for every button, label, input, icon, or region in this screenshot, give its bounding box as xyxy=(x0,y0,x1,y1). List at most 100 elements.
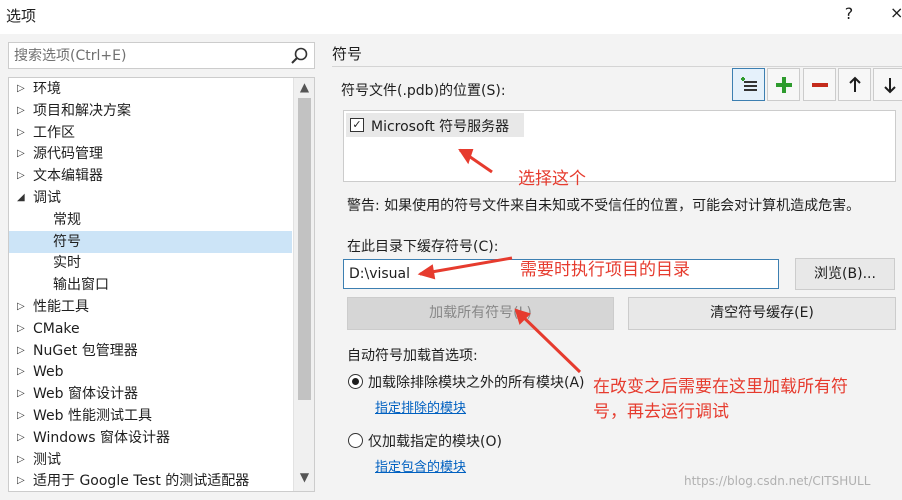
tree-item-label: 源代码管理 xyxy=(33,146,103,163)
tree-item-label: 文本编辑器 xyxy=(33,168,103,185)
scroll-up-button[interactable]: ▲ xyxy=(294,80,314,96)
annotation-dir-note: 需要时执行项目的目录 xyxy=(520,260,690,280)
autoload-label: 自动符号加载首选项: xyxy=(347,348,478,364)
arrow-up-icon xyxy=(849,76,861,92)
browse-button[interactable]: 浏览(B)... xyxy=(795,258,895,290)
section-divider xyxy=(332,66,902,67)
caret-collapsed-icon[interactable]: ▷ xyxy=(17,78,25,100)
search-icon[interactable] xyxy=(290,46,310,66)
tree-item[interactable]: ▷ NuGet 包管理器 xyxy=(9,340,292,362)
caret-collapsed-icon[interactable]: ▷ xyxy=(17,296,25,318)
annotation-load-note-line1: 在改变之后需要在这里加载所有符 xyxy=(593,377,848,397)
tree-item-label: 调试 xyxy=(33,190,61,206)
symbol-locations-list: ✓ Microsoft 符号服务器 xyxy=(343,110,896,182)
caret-collapsed-icon[interactable]: ▷ xyxy=(17,383,25,405)
tree-item-label: NuGet 包管理器 xyxy=(33,342,138,359)
caret-collapsed-icon[interactable]: ▷ xyxy=(17,470,25,491)
radio-selected-dot xyxy=(352,378,359,385)
tree-item-label: 实时 xyxy=(53,255,81,272)
annotation-load-note-line2: 号，再去运行调试 xyxy=(593,402,729,422)
radio-load-specified[interactable] xyxy=(348,433,363,448)
tree-item[interactable]: ▷ 测试 xyxy=(9,449,292,471)
caret-collapsed-icon[interactable]: ▷ xyxy=(17,405,25,427)
caret-collapsed-icon[interactable]: ▷ xyxy=(17,318,25,340)
tree-item[interactable]: ▷ Web 性能测试工具 xyxy=(9,405,292,427)
tree-item[interactable]: ▷ 文本编辑器 xyxy=(9,165,292,187)
warning-text: 警告: 如果使用的符号文件来自未知或不受信任的位置，可能会对计算机造成危害。 xyxy=(347,198,861,214)
section-title: 符号 xyxy=(332,45,363,63)
tree-item[interactable]: ▷ 环境 xyxy=(9,78,292,100)
radio-load-all-label[interactable]: 加载除排除模块之外的所有模块(A) xyxy=(368,372,585,392)
tree-item[interactable]: 实时 xyxy=(9,252,292,274)
scroll-thumb[interactable] xyxy=(298,98,311,400)
tree-item-label: 输出窗口 xyxy=(53,277,109,294)
caret-collapsed-icon[interactable]: ▷ xyxy=(17,449,25,471)
symbol-locations-label: 符号文件(.pdb)的位置(S): xyxy=(341,83,506,99)
tree-item-label: Windows 窗体设计器 xyxy=(33,429,170,446)
window-title: 选项 xyxy=(6,7,37,25)
import-location-button[interactable] xyxy=(732,68,765,101)
tree-item-label: Web 性能测试工具 xyxy=(33,408,152,424)
location-row-microsoft[interactable]: ✓ Microsoft 符号服务器 xyxy=(346,113,524,137)
scroll-down-button[interactable]: ▼ xyxy=(294,470,314,486)
tree-item[interactable]: ▷ Windows 窗体设计器 xyxy=(9,427,292,449)
caret-collapsed-icon[interactable]: ▷ xyxy=(17,427,25,449)
arrow-down-icon xyxy=(884,78,896,94)
tree-item-label: Web 窗体设计器 xyxy=(33,386,138,403)
caret-expanded-icon[interactable]: ◢ xyxy=(17,187,25,209)
tree-item[interactable]: ◢ 调试 xyxy=(9,187,292,209)
list-add-icon xyxy=(741,77,757,91)
search-input[interactable] xyxy=(9,43,279,68)
tree-item-label: 性能工具 xyxy=(33,299,89,315)
move-up-button[interactable] xyxy=(838,68,871,101)
title-bar: 选项 ? × xyxy=(0,0,902,34)
tree-item[interactable]: 符号 xyxy=(9,230,292,253)
plus-icon xyxy=(776,77,792,93)
tree-item[interactable]: ▷ CMake xyxy=(9,318,292,340)
close-button[interactable]: × xyxy=(890,3,902,22)
tree-item-label: 测试 xyxy=(33,451,61,468)
specify-excluded-modules-link[interactable]: 指定排除的模块 xyxy=(375,397,466,416)
location-checkbox[interactable]: ✓ xyxy=(350,118,364,132)
caret-collapsed-icon[interactable]: ▷ xyxy=(17,100,25,122)
tree-item[interactable]: ▷ Web xyxy=(9,361,292,383)
load-all-symbols-button[interactable]: 加载所有符号(L) xyxy=(347,297,614,330)
caret-collapsed-icon[interactable]: ▷ xyxy=(17,143,25,165)
tree-item-label: 环境 xyxy=(33,81,61,97)
tree-item[interactable]: ▷ 项目和解决方案 xyxy=(9,100,292,122)
clear-symbol-cache-button[interactable]: 清空符号缓存(E) xyxy=(628,297,896,330)
annotation-choose-this: 选择这个 xyxy=(518,169,586,189)
tree-item-label: 项目和解决方案 xyxy=(33,102,131,119)
tree-scrollbar[interactable]: ▲ ▼ xyxy=(293,78,314,491)
tree-item[interactable]: ▷ Web 窗体设计器 xyxy=(9,383,292,405)
help-button[interactable]: ? xyxy=(842,4,856,23)
tree-item[interactable]: 输出窗口 xyxy=(9,274,292,296)
tree-item-label: 工作区 xyxy=(33,124,75,141)
tree-item-label: CMake xyxy=(33,320,80,337)
tree-item[interactable]: ▷ 源代码管理 xyxy=(9,143,292,165)
radio-load-specified-label[interactable]: 仅加载指定的模块(O) xyxy=(368,431,502,451)
caret-collapsed-icon[interactable]: ▷ xyxy=(17,361,25,383)
caret-collapsed-icon[interactable]: ▷ xyxy=(17,165,25,187)
options-tree: ▷ 环境 ▷ 项目和解决方案 ▷ 工作区 ▷ 源代码管理 ▷ 文本编辑器 ◢ 调试常规符号实时输出窗口… xyxy=(8,77,315,492)
tree-item[interactable]: ▷ 工作区 xyxy=(9,122,292,144)
tree-item-label: Web xyxy=(33,364,64,381)
caret-collapsed-icon[interactable]: ▷ xyxy=(17,340,25,362)
remove-location-button[interactable] xyxy=(803,68,836,101)
tree-item-label: 适用于 Google Test 的测试适配器 xyxy=(33,473,250,490)
watermark: https://blog.csdn.net/CITSHULL xyxy=(684,474,871,488)
cache-dir-label: 在此目录下缓存符号(C): xyxy=(347,239,499,255)
specify-included-modules-link[interactable]: 指定包含的模块 xyxy=(375,456,466,475)
tree-item[interactable]: ▷ 适用于 Google Test 的测试适配器 xyxy=(9,470,292,491)
caret-collapsed-icon[interactable]: ▷ xyxy=(17,122,25,144)
tree-item-label: 符号 xyxy=(53,233,81,250)
move-down-button[interactable] xyxy=(873,68,902,101)
location-label: Microsoft 符号服务器 xyxy=(371,119,510,135)
add-location-button[interactable] xyxy=(767,68,800,101)
tree-item-label: 常规 xyxy=(53,211,81,228)
tree-item[interactable]: ▷ 性能工具 xyxy=(9,296,292,318)
tree-item[interactable]: 常规 xyxy=(9,209,292,231)
search-box xyxy=(8,42,315,69)
radio-load-all[interactable] xyxy=(348,374,363,389)
minus-icon xyxy=(812,83,828,87)
